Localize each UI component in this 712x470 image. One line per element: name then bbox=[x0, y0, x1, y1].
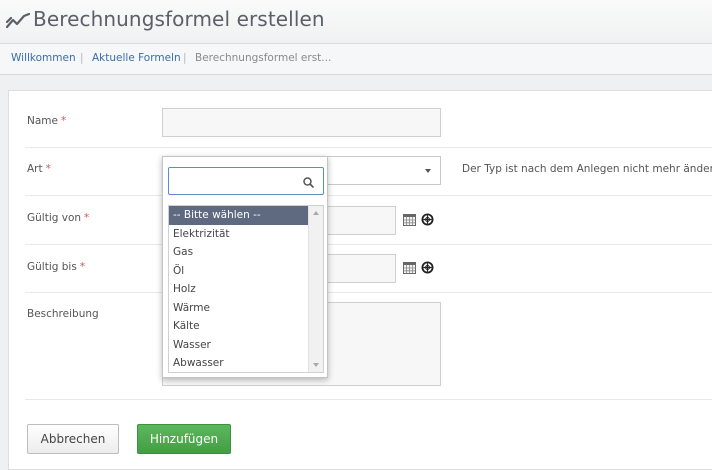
art-dropdown: -- Bitte wählen -- Elektrizität Gas Öl H… bbox=[162, 156, 328, 378]
required-mark: * bbox=[84, 212, 90, 224]
row-divider bbox=[25, 244, 712, 245]
formula-form: Name * Art * Der Typ ist nach dem Anlegen … bbox=[8, 90, 712, 470]
breadcrumb-separator: | bbox=[80, 52, 84, 64]
dropdown-option[interactable]: Wärme bbox=[169, 299, 308, 318]
required-mark: * bbox=[45, 163, 51, 175]
calendar-icon[interactable] bbox=[403, 262, 416, 274]
row-divider bbox=[25, 292, 712, 293]
page-header: Berechnungsformel erstellen bbox=[0, 0, 712, 44]
page-title: Berechnungsformel erstellen bbox=[33, 7, 325, 31]
dropdown-option[interactable]: -- Bitte wählen -- bbox=[169, 206, 308, 225]
breadcrumb-item-home[interactable]: Willkommen bbox=[11, 52, 76, 64]
required-mark: * bbox=[79, 261, 86, 273]
breadcrumb: Willkommen | Aktuelle Formeln | Berechnu… bbox=[0, 44, 712, 75]
chart-line-icon bbox=[6, 12, 30, 29]
gueltig-bis-label: Gültig bis * bbox=[27, 261, 86, 273]
dropdown-option[interactable]: Wasser bbox=[169, 336, 308, 355]
row-divider bbox=[25, 195, 712, 196]
dropdown-options-list: -- Bitte wählen -- Elektrizität Gas Öl H… bbox=[168, 205, 324, 373]
art-label: Art * bbox=[27, 163, 51, 175]
dropdown-option[interactable]: Elektrizität bbox=[169, 225, 308, 244]
name-input[interactable] bbox=[162, 108, 441, 137]
cancel-button[interactable]: Abbrechen bbox=[27, 424, 119, 454]
art-hint: Der Typ ist nach dem Anlegen nicht mehr … bbox=[462, 163, 712, 175]
dropdown-option[interactable]: Gas bbox=[169, 243, 308, 262]
dropdown-option[interactable]: Öl bbox=[169, 262, 308, 281]
dropdown-option[interactable]: Kälte bbox=[169, 317, 308, 336]
chevron-down-icon bbox=[425, 169, 431, 173]
globe-icon[interactable] bbox=[421, 213, 434, 226]
dropdown-search-input[interactable] bbox=[168, 167, 324, 195]
dropdown-option[interactable]: Abwasser bbox=[169, 354, 308, 372]
breadcrumb-item-formulas[interactable]: Aktuelle Formeln bbox=[92, 52, 181, 64]
row-divider bbox=[25, 399, 712, 400]
breadcrumb-item-current: Berechnungsformel erst... bbox=[195, 52, 332, 64]
globe-icon[interactable] bbox=[421, 261, 434, 274]
breadcrumb-separator: | bbox=[183, 52, 187, 64]
search-icon bbox=[303, 177, 314, 188]
scroll-up-icon[interactable] bbox=[313, 211, 319, 215]
dropdown-scrollbar[interactable] bbox=[308, 206, 323, 372]
calendar-icon[interactable] bbox=[403, 214, 416, 226]
name-label: Name * bbox=[27, 115, 67, 127]
beschreibung-label: Beschreibung bbox=[27, 308, 99, 320]
dropdown-option[interactable]: Holz bbox=[169, 280, 308, 299]
required-mark: * bbox=[60, 115, 67, 127]
row-divider bbox=[25, 147, 712, 148]
add-button[interactable]: Hinzufügen bbox=[137, 424, 231, 454]
gueltig-von-label: Gültig von * bbox=[27, 212, 90, 224]
scroll-down-icon[interactable] bbox=[313, 363, 319, 367]
